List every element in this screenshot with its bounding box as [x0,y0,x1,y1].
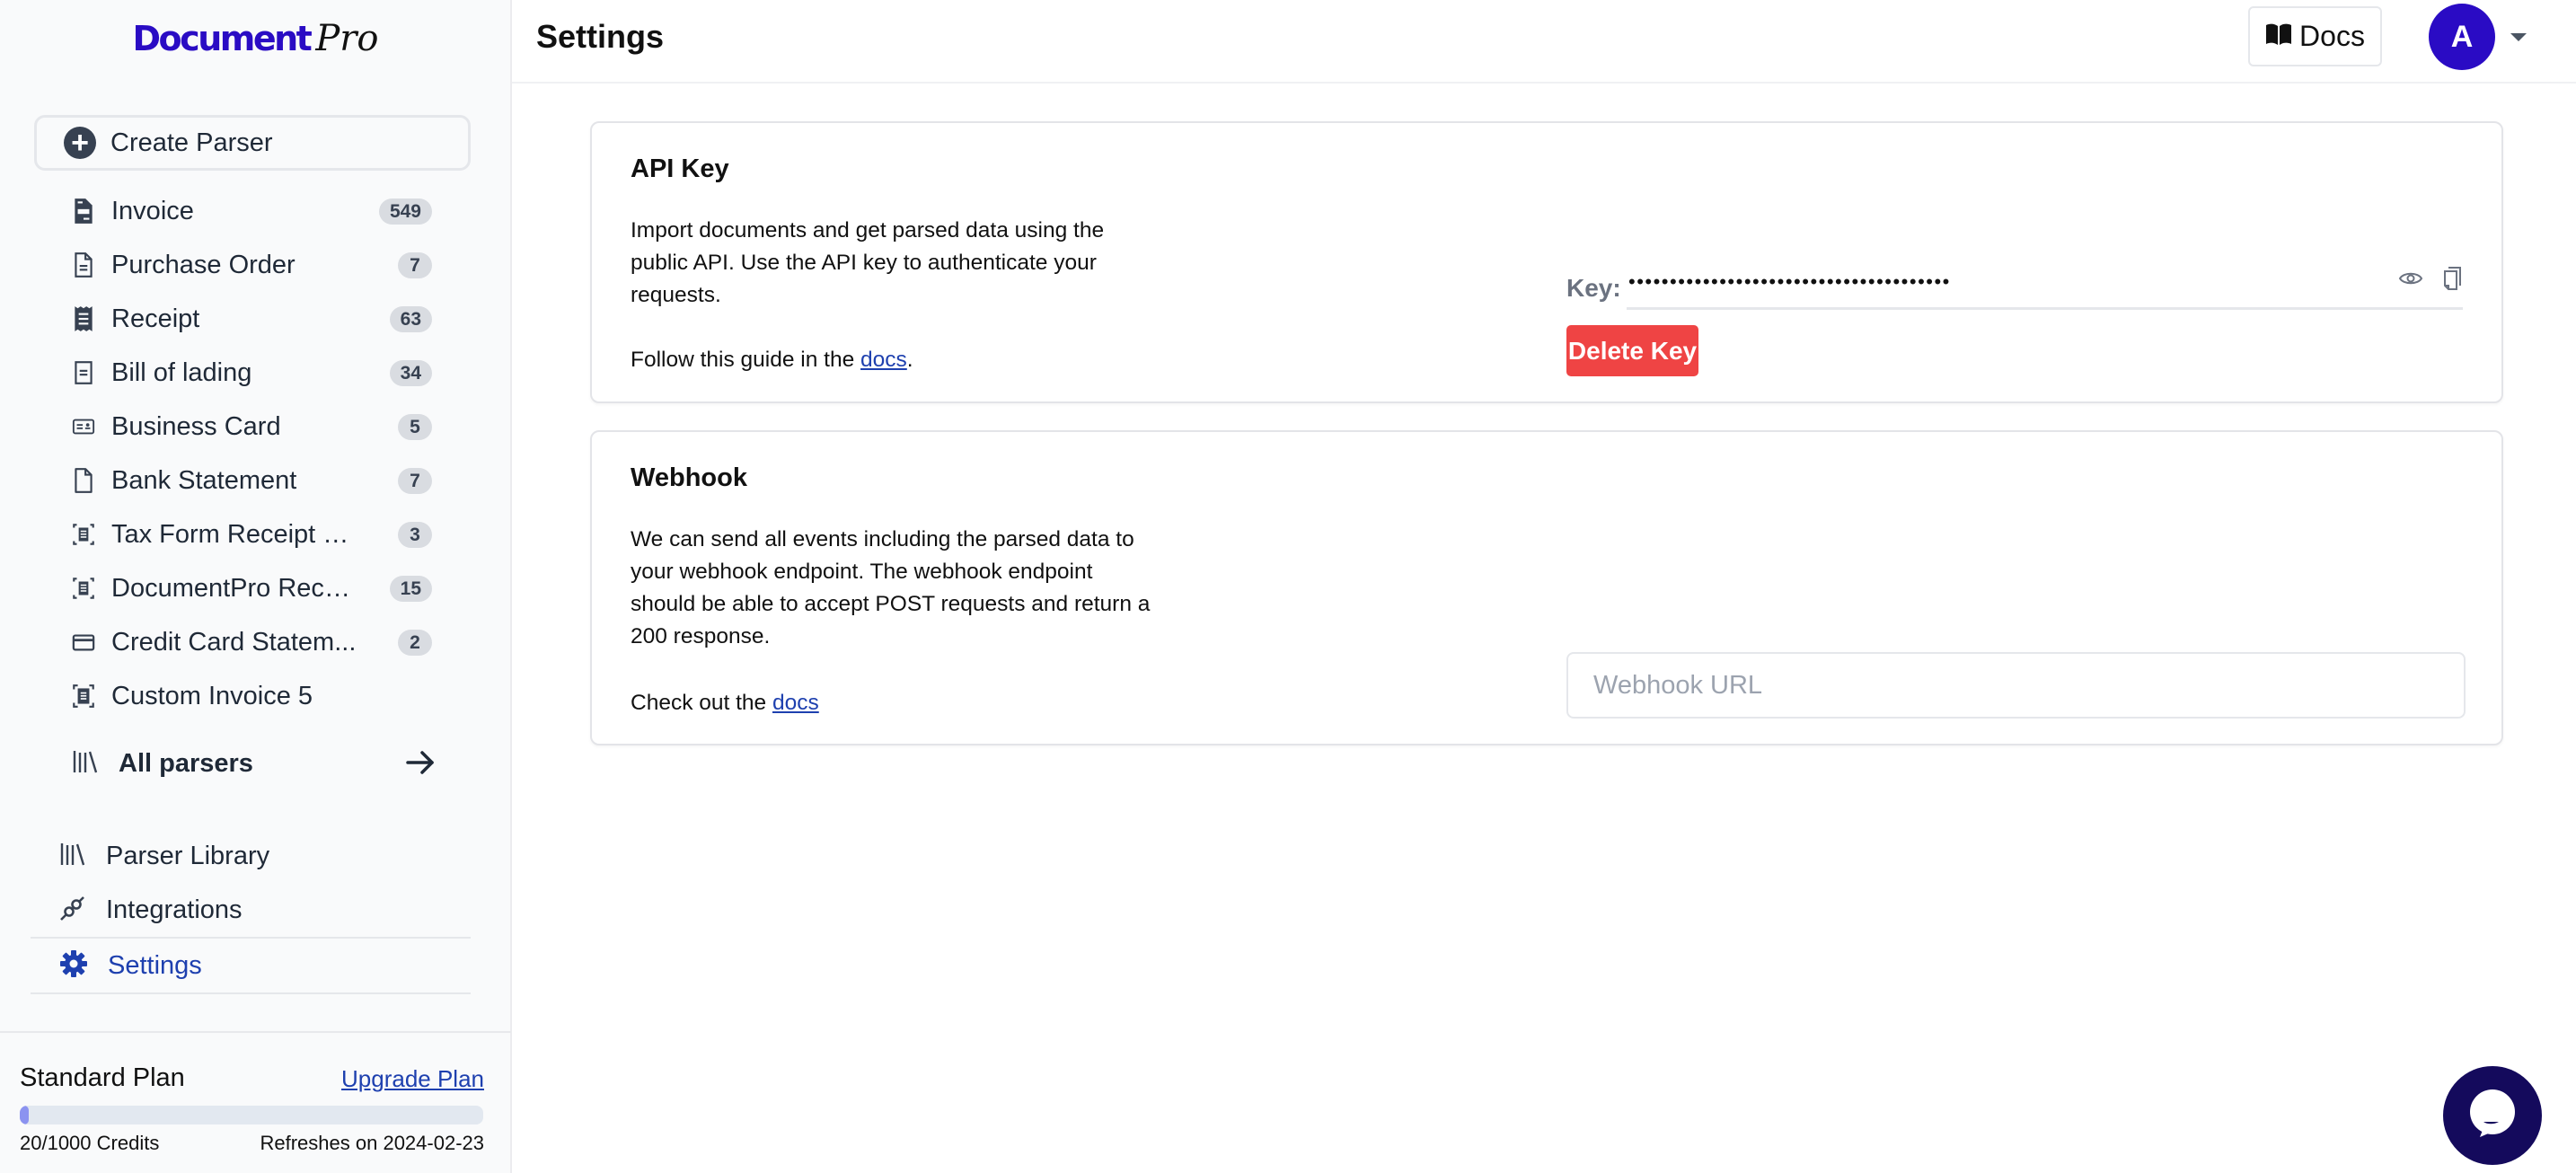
document-lines-icon [72,359,95,386]
brand-logo-script: Pro [315,18,379,59]
parser-item-invoice[interactable]: Invoice 549 [0,184,511,238]
brand-logo[interactable]: Document Pro [0,18,511,59]
sidebar-item-parser-library[interactable]: Parser Library [31,829,471,883]
parser-count-badge: 2 [398,630,432,656]
sidebar-item-integrations[interactable]: Integrations [31,883,471,937]
parser-label: Tax Form Receipt C... [111,519,363,549]
api-docs-link[interactable]: docs [860,348,907,372]
arrow-right-icon [405,747,436,782]
webhook-check-docs: Check out the docs [631,687,1151,719]
parser-item-purchase-order[interactable]: Purchase Order 7 [0,238,511,292]
parser-item-bill-of-lading[interactable]: Bill of lading 34 [0,346,511,400]
parser-count-badge: 63 [389,306,432,332]
upgrade-plan-link[interactable]: Upgrade Plan [341,1065,484,1093]
credits-text: 20/1000 Credits [20,1132,160,1154]
parser-count-badge: 549 [378,198,432,225]
parser-count-badge: 5 [398,414,432,440]
all-parsers-link[interactable]: All parsers [72,736,436,790]
webhook-title: Webhook [631,463,747,492]
parser-list: Invoice 549 Purchase Order 7 Receipt 63 … [0,184,511,723]
chat-bubble-icon [2468,1089,2517,1143]
credits-progress-fill [20,1106,30,1124]
parser-label: Receipt [111,304,200,333]
credit-card-icon [72,629,95,656]
parser-item-custom-invoice-5[interactable]: Custom Invoice 5 [0,669,511,723]
parser-label: DocumentPro Recei... [111,573,363,603]
api-key-guide: Follow this guide in the docs. [631,344,1151,376]
parser-item-credit-card-statement[interactable]: Credit Card Statem... 2 [0,615,511,669]
sidebar-nav: Parser Library Integrations Settings [31,829,471,994]
sidebar: Document Pro + Create Parser Invoice 549 … [0,0,512,1173]
receipt-icon [72,305,95,332]
gear-icon [59,949,88,983]
parser-label: Bill of lading [111,357,252,387]
create-parser-label: Create Parser [110,128,273,157]
library-icon [72,748,99,780]
blank-document-icon [72,467,95,494]
parser-item-receipt[interactable]: Receipt 63 [0,292,511,346]
copy-icon[interactable] [2441,265,2463,296]
plus-circle-icon: + [64,127,96,159]
webhook-docs-link[interactable]: docs [772,691,819,715]
top-header: Settings Docs A [512,0,2576,84]
book-icon [2265,22,2292,50]
sidebar-item-label: Settings [108,950,202,980]
parser-count-badge: 15 [389,576,432,602]
parser-item-business-card[interactable]: Business Card 5 [0,400,511,454]
eye-icon[interactable] [2398,269,2423,293]
parser-count-badge: 7 [398,252,432,278]
scan-document-icon [72,521,95,548]
parser-label: Business Card [111,411,281,441]
invoice-icon [72,198,95,225]
sidebar-item-label: Parser Library [106,841,270,870]
parser-count-badge: 34 [389,360,432,386]
brand-logo-main: Document [132,19,313,58]
guide-prefix: Follow this guide in the [631,348,861,372]
webhook-description: We can send all events including the par… [631,527,1151,648]
plug-icon [59,895,86,926]
parser-label: Bank Statement [111,465,297,495]
scan-document-icon [72,575,95,602]
library-icon [59,841,86,872]
webhook-url-input[interactable] [1566,652,2466,719]
chat-widget-button[interactable] [2443,1066,2542,1165]
scan-document-icon [72,683,95,710]
avatar[interactable]: A [2429,4,2495,70]
parser-count-badge: 7 [398,468,432,494]
parser-item-tax-form-receipt[interactable]: Tax Form Receipt C... 3 [0,507,511,561]
sidebar-item-label: Integrations [106,895,243,924]
sidebar-item-settings[interactable]: Settings [31,939,471,992]
key-label: Key: [1566,274,1621,302]
docs-label: Docs [2299,20,2365,52]
parser-item-bank-statement[interactable]: Bank Statement 7 [0,454,511,507]
api-key-field[interactable]: ••••••••••••••••••••••••••••••••••••••• [1627,267,2463,310]
parser-item-documentpro-receipt[interactable]: DocumentPro Recei... 15 [0,561,511,615]
parser-count-badge: 3 [398,522,432,548]
api-key-description: Import documents and get parsed data usi… [631,218,1105,307]
check-prefix: Check out the [631,691,772,715]
caret-down-icon[interactable] [2510,33,2527,41]
plan-panel: Standard Plan Upgrade Plan 20/1000 Credi… [0,1031,511,1173]
credits-progress-bar [20,1106,483,1124]
delete-key-button[interactable]: Delete Key [1566,325,1698,376]
api-key-title: API Key [631,154,729,183]
docs-button[interactable]: Docs [2248,6,2382,66]
document-outline-icon [72,251,95,278]
guide-suffix: . [906,348,913,372]
api-key-masked-value: ••••••••••••••••••••••••••••••••••••••• [1628,270,1951,293]
webhook-card: Webhook We can send all events including… [590,430,2503,745]
nav-divider [31,992,471,994]
create-parser-button[interactable]: + Create Parser [34,115,471,171]
id-card-icon [72,413,95,440]
parser-label: Invoice [111,196,194,225]
all-parsers-label: All parsers [119,748,253,778]
api-key-card: API Key Import documents and get parsed … [590,121,2503,403]
parser-label: Purchase Order [111,250,296,279]
refresh-date-text: Refreshes on 2024-02-23 [260,1132,485,1154]
page-title: Settings [536,18,665,55]
parser-label: Credit Card Statem... [111,627,357,657]
plan-name: Standard Plan [20,1063,185,1092]
parser-label: Custom Invoice 5 [111,681,313,710]
